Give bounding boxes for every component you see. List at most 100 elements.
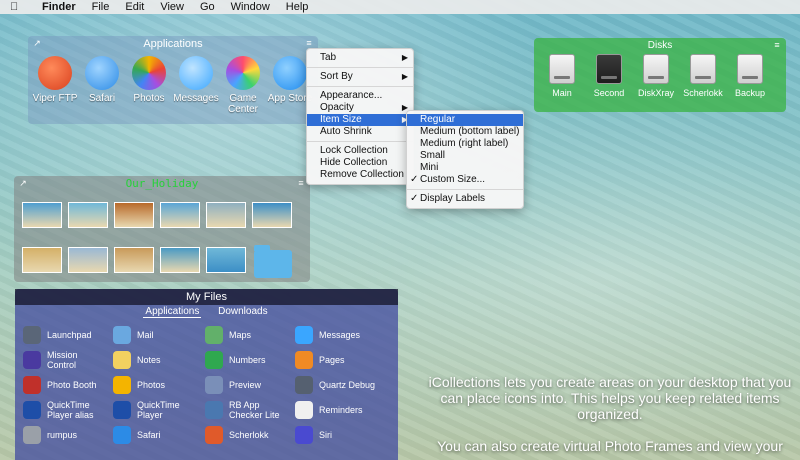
menu-item[interactable]: ✓ Custom Size... (407, 174, 523, 186)
menu-item[interactable]: Appearance... (307, 90, 413, 102)
menu-finder[interactable]: Finder (34, 0, 84, 14)
menu-item[interactable]: Regular (407, 114, 523, 126)
disk-item[interactable]: Main (538, 54, 586, 98)
menu-item-label: Remove Collection (320, 169, 404, 180)
menu-item-label: Regular (420, 114, 456, 125)
photo-thumbnail[interactable] (68, 202, 108, 228)
disk-item[interactable]: Second (585, 54, 633, 98)
file-label: Maps (229, 330, 252, 340)
my-files-collection[interactable]: My Files Applications Downloads Launchpa… (15, 289, 398, 460)
app-label: Messages (173, 93, 219, 104)
menu-item-label: Auto Shrink (320, 126, 372, 137)
apple-menu-icon[interactable]:  (10, 0, 26, 14)
disk-label: Second (593, 88, 625, 98)
time-machine-disk-icon (596, 54, 622, 84)
photo-thumbnail[interactable] (22, 202, 62, 228)
collection-menu-icon[interactable]: ≡ (304, 38, 314, 48)
app-icon (295, 326, 313, 344)
menu-item[interactable]: Sort By ▶ (307, 71, 413, 83)
messages-icon (179, 56, 213, 90)
menu-help[interactable]: Help (278, 0, 317, 14)
menu-item[interactable]: ✓ Display Labels (407, 193, 523, 205)
file-item[interactable]: Maps (205, 325, 251, 345)
file-label: Pages (319, 355, 345, 365)
tab-applications[interactable]: Applications (143, 306, 202, 318)
menu-go[interactable]: Go (192, 0, 223, 14)
menu-window[interactable]: Window (223, 0, 278, 14)
menu-item[interactable]: Mini (407, 162, 523, 174)
file-item[interactable]: Photo Booth (23, 375, 97, 395)
folder-icon[interactable] (254, 245, 292, 278)
photo-thumbnail[interactable] (160, 247, 200, 273)
file-item[interactable]: Reminders (295, 400, 363, 420)
file-item[interactable]: RB App Checker Lite (205, 400, 289, 420)
menu-item[interactable]: Auto Shrink (307, 126, 413, 138)
menu-bar:  Finder File Edit View Go Window Help (0, 0, 800, 14)
menu-item[interactable]: Item Size ▶ (307, 114, 413, 126)
photo-thumbnail[interactable] (206, 202, 246, 228)
file-item[interactable]: Photos (113, 375, 165, 395)
disk-item[interactable]: Scherlokk (679, 54, 727, 98)
applications-collection[interactable]: ↗ Applications ≡ Viper FTP Safari Photos… (28, 36, 318, 124)
file-item[interactable]: Scherlokk (205, 425, 269, 445)
file-item[interactable]: rumpus (23, 425, 77, 445)
file-item[interactable]: Numbers (205, 350, 266, 370)
file-item[interactable]: Messages (295, 325, 360, 345)
menu-separator (307, 86, 413, 87)
photo-thumbnail[interactable] (114, 202, 154, 228)
menu-item[interactable]: Opacity ▶ (307, 102, 413, 114)
menu-item-label: Opacity (320, 102, 354, 113)
file-item[interactable]: Preview (205, 375, 261, 395)
app-icon (205, 376, 223, 394)
app-item[interactable]: Safari (77, 56, 127, 104)
photo-thumbnail[interactable] (22, 247, 62, 273)
photo-thumbnail[interactable] (160, 202, 200, 228)
disk-label: Main (552, 88, 572, 98)
external-disk-icon (737, 54, 763, 84)
file-item[interactable]: Notes (113, 350, 161, 370)
menu-item[interactable]: Remove Collection (307, 169, 413, 181)
game-center-icon (226, 56, 260, 90)
app-item[interactable]: Viper FTP (30, 56, 80, 104)
photo-thumbnail[interactable] (252, 202, 292, 228)
app-item[interactable]: Game Center (218, 56, 268, 115)
file-item[interactable]: Quartz Debug (295, 375, 375, 395)
menu-item[interactable]: Tab ▶ (307, 52, 413, 64)
photo-thumbnail[interactable] (114, 247, 154, 273)
photo-thumbnail[interactable] (68, 247, 108, 273)
file-label: Safari (137, 430, 161, 440)
file-item[interactable]: Mission Control (23, 350, 107, 370)
menu-separator (307, 67, 413, 68)
menu-item[interactable]: Hide Collection (307, 157, 413, 169)
menu-item-label: Sort By (320, 71, 353, 82)
tab-downloads[interactable]: Downloads (216, 306, 269, 317)
photo-thumbnail[interactable] (206, 247, 246, 273)
item-size-submenu: Regular Medium (bottom label) Medium (righ… (406, 110, 524, 209)
file-item[interactable]: QuickTime Player (113, 400, 197, 420)
menu-item[interactable]: Lock Collection (307, 145, 413, 157)
menu-item[interactable]: Medium (right label) (407, 138, 523, 150)
disk-item[interactable]: DiskXray (632, 54, 680, 98)
menu-view[interactable]: View (152, 0, 192, 14)
tab-bar: Applications Downloads (15, 306, 398, 320)
file-item[interactable]: QuickTime Player alias (23, 400, 107, 420)
menu-item[interactable]: Medium (bottom label) (407, 126, 523, 138)
app-label: Safari (88, 93, 116, 104)
app-item[interactable]: Messages (171, 56, 221, 104)
collection-menu-icon[interactable]: ≡ (296, 178, 306, 188)
photo-collection[interactable]: ↗ Our_Holiday ≡ (14, 176, 310, 282)
file-item[interactable]: Siri (295, 425, 332, 445)
app-item[interactable]: Photos (124, 56, 174, 104)
app-label: Game Center (227, 93, 258, 115)
menu-file[interactable]: File (84, 0, 118, 14)
menu-edit[interactable]: Edit (117, 0, 152, 14)
collection-menu-icon[interactable]: ≡ (772, 40, 782, 50)
menu-item[interactable]: Small (407, 150, 523, 162)
disk-item[interactable]: Backup (726, 54, 774, 98)
file-item[interactable]: Mail (113, 325, 154, 345)
file-item[interactable]: Safari (113, 425, 161, 445)
disks-collection[interactable]: Disks ≡ Main Second DiskXray Scherlokk B… (534, 38, 786, 112)
file-item[interactable]: Launchpad (23, 325, 92, 345)
file-item[interactable]: Pages (295, 350, 345, 370)
menu-item-label: Custom Size... (420, 174, 486, 185)
